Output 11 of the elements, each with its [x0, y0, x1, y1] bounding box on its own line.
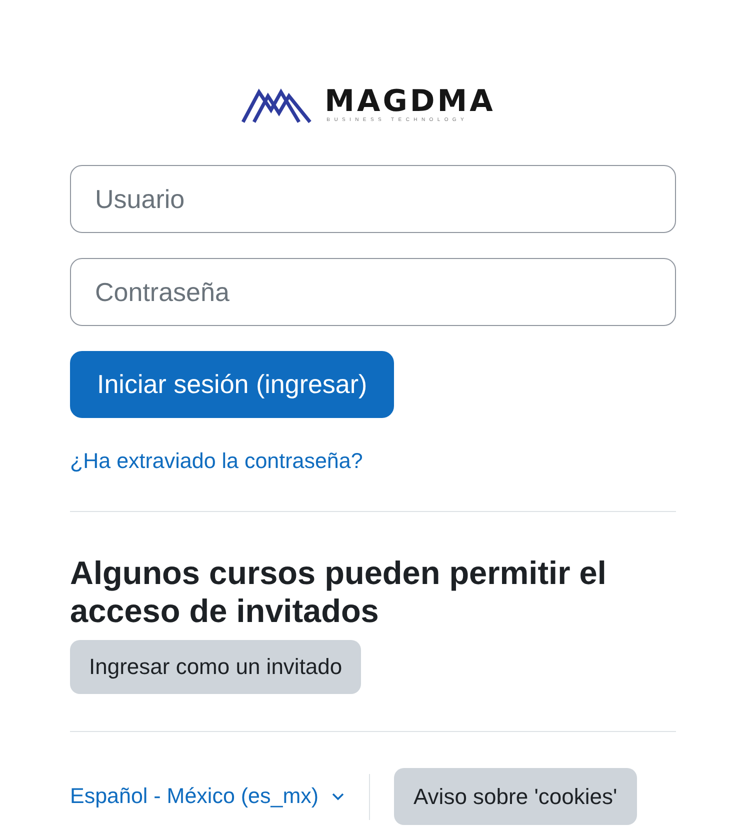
guest-access-heading: Algunos cursos pueden permitir el acceso de invitados: [70, 554, 608, 630]
chevron-down-icon: [332, 792, 344, 800]
guest-login-button[interactable]: Ingresar como un invitado: [70, 640, 362, 694]
cookies-notice-button[interactable]: Aviso sobre 'cookies': [394, 768, 638, 825]
mountain-logo-icon: [240, 86, 313, 124]
language-dropdown[interactable]: Español - México (es_mx): [70, 784, 344, 809]
forgot-password-link[interactable]: ¿Ha extraviado la contraseña?: [70, 448, 363, 474]
login-button[interactable]: Iniciar sesión (ingresar): [70, 351, 394, 418]
password-field[interactable]: Contraseña: [70, 258, 676, 326]
logo-wordmark: MAGDMA: [324, 87, 496, 117]
username-field[interactable]: Usuario: [70, 165, 676, 233]
